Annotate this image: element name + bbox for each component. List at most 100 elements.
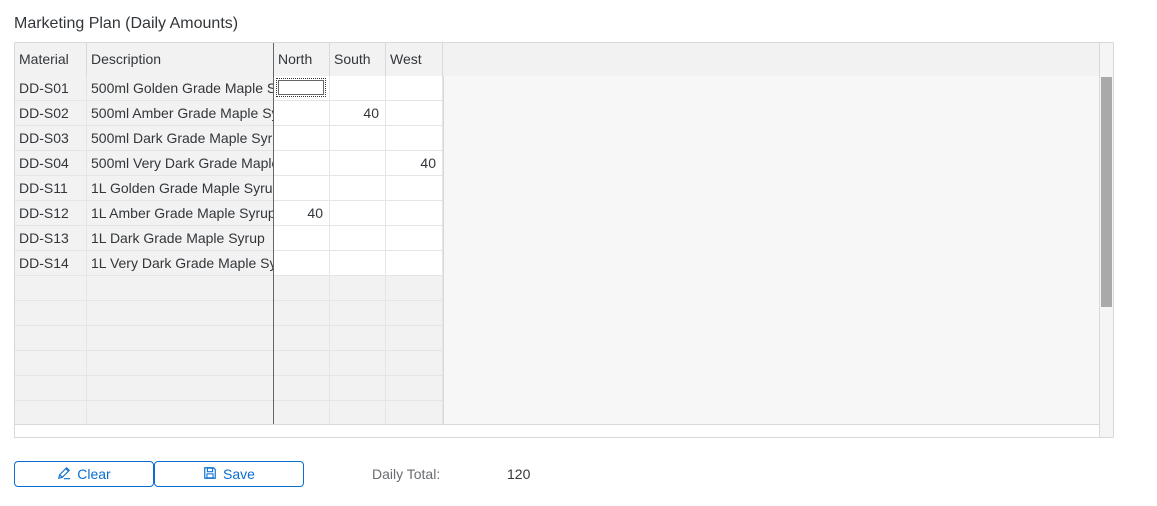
empty-cell	[87, 276, 274, 301]
empty-cell	[274, 301, 330, 326]
empty-cell	[330, 351, 386, 376]
west-cell[interactable]	[386, 226, 443, 251]
empty-cell	[274, 326, 330, 351]
grid-header: Material Description North South West	[15, 43, 1113, 77]
south-cell[interactable]: 40	[330, 101, 386, 126]
empty-cell	[386, 401, 443, 426]
south-cell[interactable]	[330, 76, 386, 101]
north-cell[interactable]	[274, 226, 330, 251]
selected-cell-focus	[276, 78, 326, 97]
column-header-material[interactable]: Material	[15, 43, 87, 76]
empty-cell	[386, 376, 443, 401]
marketing-plan-grid[interactable]: Material Description North South West DD…	[14, 42, 1114, 438]
horizontal-scrollbar[interactable]	[15, 424, 1099, 437]
north-cell[interactable]: 40	[274, 201, 330, 226]
table-row: DD-S01 500ml Golden Grade Maple S	[15, 76, 443, 101]
empty-cell	[87, 351, 274, 376]
column-header-west[interactable]: West	[386, 43, 443, 76]
empty-table-row	[15, 276, 443, 301]
pencil-icon	[57, 466, 71, 483]
south-cell[interactable]	[330, 201, 386, 226]
material-cell: DD-S14	[15, 251, 87, 276]
save-button-label: Save	[223, 466, 255, 482]
empty-table-row	[15, 301, 443, 326]
south-cell[interactable]	[330, 226, 386, 251]
empty-cell	[386, 276, 443, 301]
empty-cell	[15, 276, 87, 301]
west-cell[interactable]: 40	[386, 151, 443, 176]
west-cell[interactable]	[386, 126, 443, 151]
empty-cell	[87, 401, 274, 426]
empty-cell	[386, 301, 443, 326]
empty-table-row	[15, 351, 443, 376]
north-cell[interactable]	[274, 176, 330, 201]
west-cell[interactable]	[386, 76, 443, 101]
empty-cell	[330, 301, 386, 326]
column-header-north[interactable]: North	[274, 43, 330, 76]
material-cell: DD-S02	[15, 101, 87, 126]
empty-cell	[330, 326, 386, 351]
south-cell[interactable]	[330, 251, 386, 276]
scrollbar-thumb[interactable]	[1101, 77, 1112, 307]
empty-cell	[330, 401, 386, 426]
description-cell: 1L Amber Grade Maple Syrup	[87, 201, 274, 226]
table-row: DD-S13 1L Dark Grade Maple Syrup	[15, 226, 443, 251]
west-cell[interactable]	[386, 101, 443, 126]
page-title: Marketing Plan (Daily Amounts)	[14, 15, 239, 32]
description-cell: 500ml Amber Grade Maple Sy	[87, 101, 274, 126]
west-cell[interactable]	[386, 251, 443, 276]
north-cell[interactable]	[274, 151, 330, 176]
north-cell[interactable]	[274, 126, 330, 151]
material-cell: DD-S13	[15, 226, 87, 251]
empty-cell	[15, 301, 87, 326]
empty-cell	[330, 276, 386, 301]
material-cell: DD-S12	[15, 201, 87, 226]
south-cell[interactable]	[330, 126, 386, 151]
empty-cell	[386, 326, 443, 351]
empty-table-row	[15, 401, 443, 426]
table-row: DD-S03 500ml Dark Grade Maple Syru	[15, 126, 443, 151]
south-cell[interactable]	[330, 151, 386, 176]
empty-cell	[274, 276, 330, 301]
clear-button-label: Clear	[77, 466, 111, 482]
grid-empty-area	[443, 76, 1101, 426]
clear-button[interactable]: Clear	[14, 461, 154, 487]
description-cell: 1L Dark Grade Maple Syrup	[87, 226, 274, 251]
material-cell: DD-S03	[15, 126, 87, 151]
daily-total-label: Daily Total:	[372, 466, 441, 482]
column-header-description[interactable]: Description	[87, 43, 274, 76]
frozen-column-divider	[273, 43, 274, 437]
empty-cell	[274, 351, 330, 376]
material-cell: DD-S11	[15, 176, 87, 201]
description-cell: 500ml Very Dark Grade Maple	[87, 151, 274, 176]
save-icon	[203, 466, 217, 483]
empty-cell	[87, 326, 274, 351]
material-cell: DD-S04	[15, 151, 87, 176]
table-row: DD-S11 1L Golden Grade Maple Syrup	[15, 176, 443, 201]
west-cell[interactable]	[386, 201, 443, 226]
column-header-south[interactable]: South	[330, 43, 386, 76]
empty-cell	[15, 326, 87, 351]
description-cell: 500ml Dark Grade Maple Syru	[87, 126, 274, 151]
table-row: DD-S02 500ml Amber Grade Maple Sy 40	[15, 101, 443, 126]
north-cell[interactable]	[274, 76, 330, 101]
south-cell[interactable]	[330, 176, 386, 201]
west-cell[interactable]	[386, 176, 443, 201]
description-cell: 500ml Golden Grade Maple S	[87, 76, 274, 101]
table-row: DD-S14 1L Very Dark Grade Maple Sy	[15, 251, 443, 276]
empty-cell	[15, 376, 87, 401]
vertical-scrollbar[interactable]	[1099, 43, 1113, 437]
empty-cell	[274, 401, 330, 426]
save-button[interactable]: Save	[154, 461, 304, 487]
empty-cell	[87, 376, 274, 401]
empty-table-row	[15, 326, 443, 351]
daily-total-value: 120	[507, 466, 531, 482]
empty-cell	[386, 351, 443, 376]
description-cell: 1L Very Dark Grade Maple Sy	[87, 251, 274, 276]
empty-cell	[15, 351, 87, 376]
north-cell[interactable]	[274, 251, 330, 276]
description-cell: 1L Golden Grade Maple Syrup	[87, 176, 274, 201]
material-cell: DD-S01	[15, 76, 87, 101]
empty-cell	[274, 376, 330, 401]
north-cell[interactable]	[274, 101, 330, 126]
